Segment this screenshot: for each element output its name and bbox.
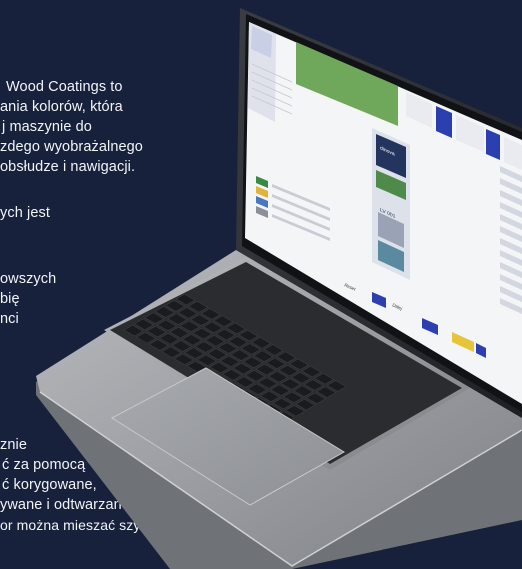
laptop-image: dinova LV 001 Reset Dalej <box>36 8 522 569</box>
